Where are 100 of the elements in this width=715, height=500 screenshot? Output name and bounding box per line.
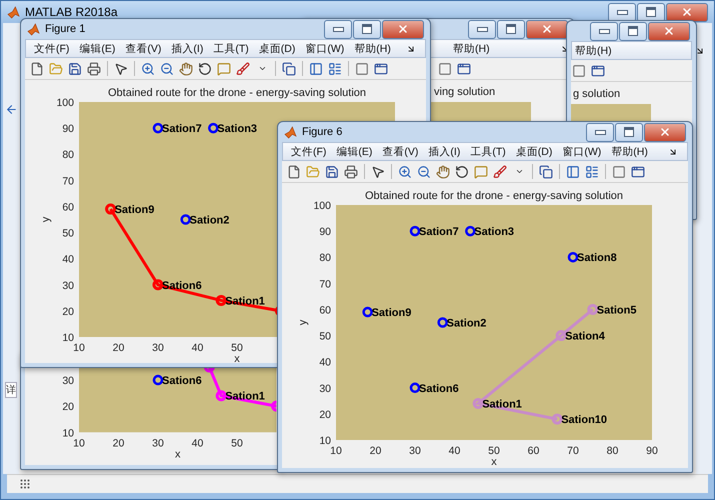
hide-tools-icon[interactable] xyxy=(571,62,587,78)
zoom-in-icon[interactable] xyxy=(397,164,413,180)
y-tick-label: 90 xyxy=(319,226,331,238)
hide-tools-icon[interactable] xyxy=(354,60,370,76)
menu-item[interactable]: 帮助(H) xyxy=(609,144,650,158)
new-file-icon[interactable] xyxy=(29,60,45,76)
hide-tools-icon[interactable] xyxy=(611,164,627,180)
minimize-icon xyxy=(594,130,606,134)
menu-item[interactable]: 桌面(D) xyxy=(514,144,554,158)
y-tick-label: 80 xyxy=(319,252,331,264)
save-icon[interactable] xyxy=(67,60,83,76)
menu-item[interactable]: 工具(T) xyxy=(468,144,508,158)
maximize-button[interactable] xyxy=(353,20,381,38)
minimize-button[interactable] xyxy=(590,22,618,40)
menu-item[interactable]: 文件(F) xyxy=(289,144,328,158)
close-icon xyxy=(541,23,553,35)
pointer-icon[interactable] xyxy=(370,164,386,180)
colorbar-icon[interactable] xyxy=(308,60,324,76)
menu-item[interactable]: 帮助(H) xyxy=(573,44,614,58)
y-tick-label: 30 xyxy=(62,375,74,388)
menu-item[interactable]: 编辑(E) xyxy=(334,144,374,158)
side-tab[interactable]: 详 xyxy=(5,382,17,398)
maximize-button[interactable] xyxy=(497,20,525,38)
plot-title: Obtained route for the drone - energy-saving solution xyxy=(364,190,624,202)
brush-icon[interactable] xyxy=(235,60,251,76)
station-label: Sation10 xyxy=(561,414,608,426)
route-point-marker xyxy=(204,367,215,372)
station-label: Sation7 xyxy=(419,226,459,238)
menu-item[interactable]: 窗口(W) xyxy=(560,144,604,158)
hand-icon[interactable] xyxy=(178,60,194,76)
zoom-in-icon[interactable] xyxy=(140,60,156,76)
station-label: Sation4 xyxy=(565,330,605,343)
menu-item[interactable]: 帮助(H) xyxy=(451,42,492,56)
menu-item[interactable]: 查看(V) xyxy=(380,144,420,158)
maximize-button[interactable] xyxy=(619,22,647,40)
link-icon[interactable] xyxy=(281,60,297,76)
link-icon[interactable] xyxy=(538,164,554,180)
maximize-button[interactable] xyxy=(615,122,643,142)
colorbar-icon[interactable] xyxy=(565,164,581,180)
x-tick-label: 10 xyxy=(73,342,85,354)
y-tick-label: 30 xyxy=(319,382,331,395)
printer-icon[interactable] xyxy=(343,164,359,180)
menu-item[interactable]: 桌面(D) xyxy=(256,42,298,56)
minimize-button[interactable] xyxy=(468,20,496,38)
minimize-button[interactable] xyxy=(586,122,614,142)
new-file-icon[interactable] xyxy=(286,164,302,180)
zoom-out-icon[interactable] xyxy=(159,60,175,76)
close-button[interactable] xyxy=(382,20,424,38)
menu-item[interactable]: 编辑(E) xyxy=(77,42,118,56)
station-label: Sation6 xyxy=(162,375,202,388)
menu-item[interactable]: 插入(I) xyxy=(426,144,462,158)
station-label: Sation2 xyxy=(190,214,230,226)
route-point-marker xyxy=(216,294,227,306)
minimize-button[interactable] xyxy=(324,20,352,38)
rotate-icon[interactable] xyxy=(454,164,470,180)
brush-icon[interactable] xyxy=(492,164,508,180)
minimize-button[interactable] xyxy=(608,2,636,22)
route-point-marker xyxy=(271,400,276,412)
y-tick-label: 60 xyxy=(62,201,74,214)
menu-item[interactable]: 插入(I) xyxy=(169,42,206,56)
hide-tools-icon[interactable] xyxy=(437,60,453,76)
x-tick-label: 10 xyxy=(73,437,85,450)
printer-icon[interactable] xyxy=(86,60,102,76)
route-point-marker xyxy=(216,390,227,402)
hand-icon[interactable] xyxy=(435,164,451,180)
route-point-marker xyxy=(556,330,567,342)
close-button[interactable] xyxy=(648,22,690,40)
y-tick-label: 40 xyxy=(319,356,331,369)
station-label: Sation3 xyxy=(217,123,258,136)
close-icon xyxy=(397,23,409,35)
matlab-logo-icon xyxy=(284,126,297,138)
menu-item[interactable]: 帮助(H) xyxy=(352,42,393,56)
matlab-logo-icon xyxy=(7,6,20,18)
y-tick-label: 70 xyxy=(62,175,74,188)
pointer-icon[interactable] xyxy=(113,60,129,76)
y-tick-label: 10 xyxy=(62,427,74,440)
x-tick-label: 20 xyxy=(112,342,124,354)
window-title: Figure 1 xyxy=(45,23,86,35)
menu-item[interactable]: 窗口(W) xyxy=(303,42,346,56)
y-tick-label: 80 xyxy=(62,149,74,162)
x-tick-label: 30 xyxy=(409,445,421,457)
maximize-icon xyxy=(624,127,634,137)
close-button[interactable] xyxy=(644,122,686,142)
legend-icon[interactable] xyxy=(327,60,343,76)
menu-item[interactable]: 文件(F) xyxy=(32,42,72,56)
station-label: Sation5 xyxy=(596,304,636,316)
legend-icon[interactable] xyxy=(584,164,600,180)
save-icon[interactable] xyxy=(324,164,340,180)
x-tick-label: 50 xyxy=(231,437,243,450)
station-label: Sation6 xyxy=(419,382,459,395)
y-tick-label: 70 xyxy=(319,278,331,290)
plot-title: Obtained route for the drone - energy-saving solution xyxy=(108,87,366,99)
menu-item[interactable]: 查看(V) xyxy=(123,42,164,56)
menu-item[interactable]: 工具(T) xyxy=(211,42,251,56)
x-tick-label: 60 xyxy=(528,445,540,457)
zoom-out-icon[interactable] xyxy=(416,164,432,180)
maximize-button[interactable] xyxy=(637,2,665,22)
close-button[interactable] xyxy=(666,2,708,22)
rotate-icon[interactable] xyxy=(197,60,213,76)
close-button[interactable] xyxy=(526,20,568,38)
